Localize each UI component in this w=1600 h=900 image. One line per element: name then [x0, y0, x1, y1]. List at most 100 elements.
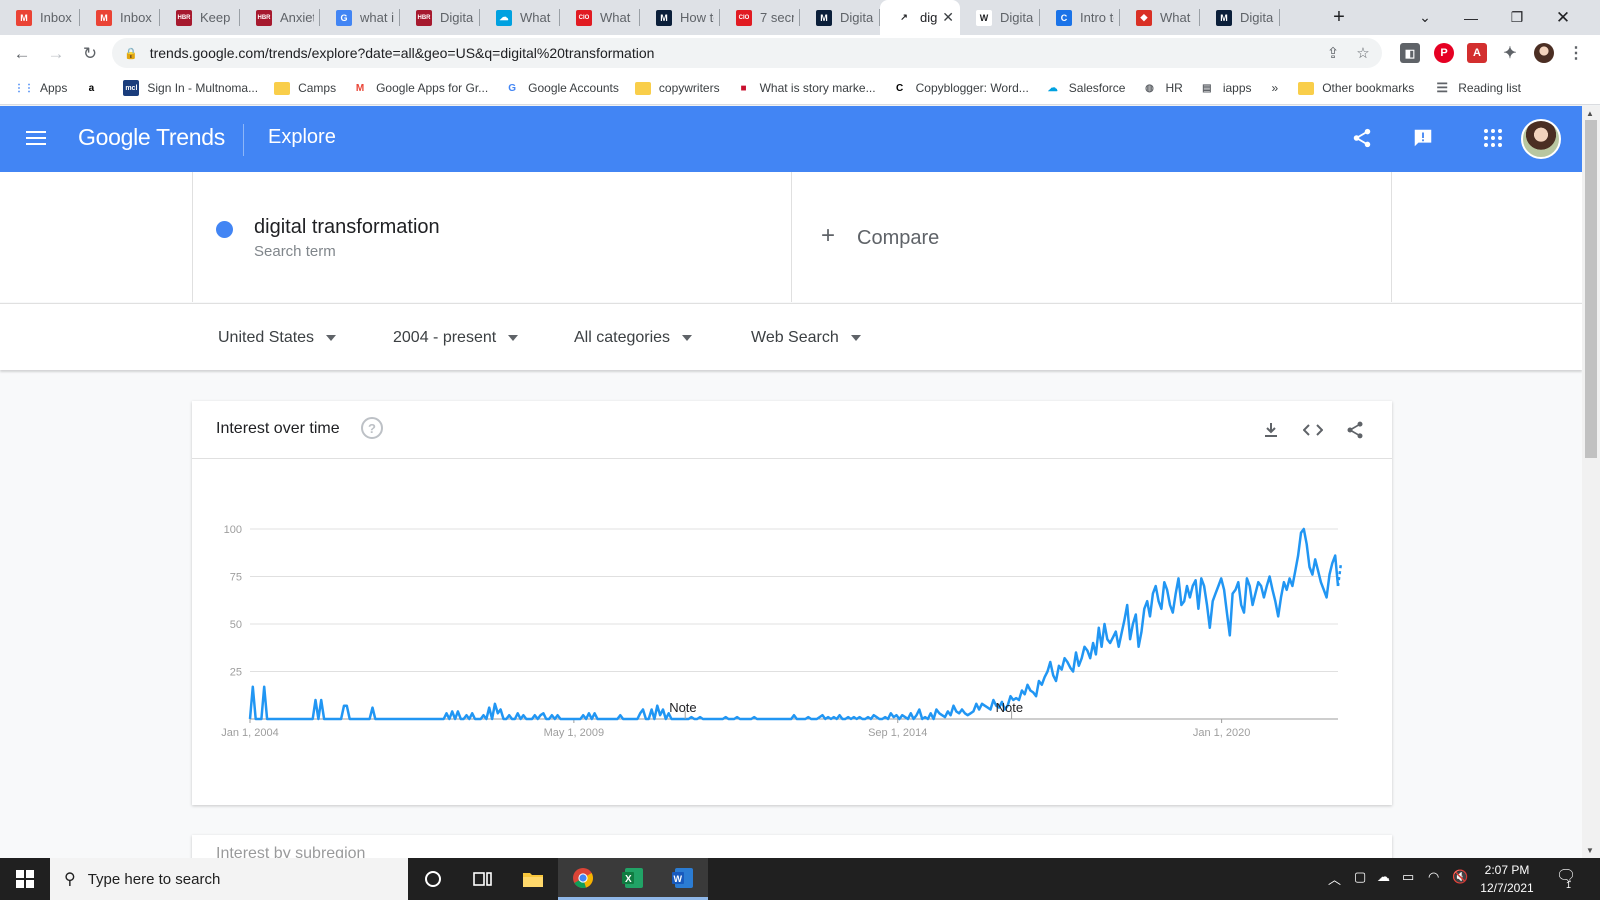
address-bar[interactable]: 🔒 trends.google.com/trends/explore?date=…: [112, 38, 1382, 68]
compare-button[interactable]: Compare: [857, 227, 939, 250]
battery-icon[interactable]: ▭: [1402, 869, 1414, 885]
google-icon: G: [336, 9, 352, 26]
scroll-down-icon[interactable]: ▼: [1586, 846, 1594, 855]
compare-card[interactable]: + Compare: [792, 172, 1392, 302]
new-tab-button[interactable]: +: [1316, 0, 1362, 35]
share-icon[interactable]: [1349, 125, 1375, 151]
browser-tab[interactable]: Gwhat is: [320, 0, 400, 35]
bookmark-item[interactable]: ▤ iapps: [1199, 80, 1251, 96]
task-view-icon[interactable]: [458, 858, 508, 900]
bookmark-item[interactable]: ⋮⋮ Apps: [14, 80, 67, 96]
x-tick-label: Sep 1, 2014: [868, 727, 927, 739]
google-trends-logo[interactable]: Google Trends: [78, 124, 225, 151]
browser-tab[interactable]: ☁ What is: [480, 0, 560, 35]
meet-now-icon[interactable]: ▢: [1354, 869, 1366, 885]
gmail-icon: M: [96, 9, 112, 26]
browser-tab[interactable]: HBR Anxiety: [240, 0, 320, 35]
other-bookmarks-folder[interactable]: Other bookmarks: [1298, 81, 1414, 95]
volume-muted-icon[interactable]: 🔇: [1452, 869, 1468, 885]
bookmark-label: copywriters: [658, 81, 720, 95]
bookmark-item[interactable]: ■ What is story marke...: [736, 80, 876, 96]
interest-line-chart[interactable]: 25 50 75 100 Jan 1, 2004 May 1, 2009 Sep 1, 20…: [192, 459, 1392, 805]
embed-code-icon[interactable]: [1300, 417, 1326, 443]
bookmark-item[interactable]: C Copyblogger: Word...: [892, 80, 1029, 96]
bookmark-label: Salesforce: [1068, 81, 1126, 95]
close-window-button[interactable]: ✕: [1540, 0, 1586, 35]
file-explorer-icon[interactable]: [508, 858, 558, 900]
browser-tab[interactable]: HBR Keep th: [160, 0, 240, 35]
browser-tab[interactable]: HBR Digital: [400, 0, 480, 35]
apps-grid-icon[interactable]: [1480, 125, 1506, 151]
bookmark-item[interactable]: copywriters: [634, 81, 720, 95]
bookmark-label: Camps: [298, 81, 337, 95]
bookmark-star-icon[interactable]: ☆: [1352, 42, 1374, 64]
wifi-icon[interactable]: ◠: [1428, 869, 1439, 885]
x-tick-label: May 1, 2009: [544, 727, 605, 739]
bookmark-item[interactable]: ☁ Salesforce: [1045, 80, 1126, 96]
hamburger-menu-icon[interactable]: [24, 127, 48, 151]
feedback-icon[interactable]: [1410, 125, 1436, 151]
onedrive-cloud-icon[interactable]: ☁: [1377, 869, 1390, 885]
help-icon[interactable]: ?: [361, 417, 383, 439]
account-avatar[interactable]: [1521, 119, 1561, 159]
dropdown-caret-icon: [682, 335, 693, 341]
browser-tab[interactable]: W Digital: [960, 0, 1040, 35]
reading-list-button[interactable]: ☰ Reading list: [1434, 80, 1521, 96]
browser-tab[interactable]: M Inbox -: [80, 0, 160, 35]
excel-taskbar-icon[interactable]: X: [608, 858, 658, 900]
extensions-puzzle-icon[interactable]: ✦: [1500, 43, 1520, 63]
taskbar-search-box[interactable]: ⚲ Type here to search: [50, 858, 408, 900]
bookmark-item[interactable]: Camps: [274, 81, 336, 95]
extension-icon[interactable]: ◧: [1400, 43, 1420, 63]
browser-tab[interactable]: M Inbox -: [0, 0, 80, 35]
share-page-icon[interactable]: ⇪: [1322, 42, 1344, 64]
reload-icon[interactable]: ↻: [74, 38, 106, 70]
bookmark-item[interactable]: G Google Accounts: [504, 80, 619, 96]
pinterest-icon[interactable]: P: [1434, 43, 1454, 63]
windows-start-button[interactable]: [0, 858, 50, 900]
category-dropdown[interactable]: All categories: [574, 329, 693, 347]
x-tick-label: Jan 1, 2020: [1193, 727, 1251, 739]
more-bookmarks-chevron-icon[interactable]: »: [1272, 81, 1279, 95]
close-tab-icon[interactable]: ✕: [942, 9, 954, 26]
page-scrollbar[interactable]: ▲ ▼: [1582, 106, 1600, 858]
cio-icon: CIO: [576, 9, 592, 26]
tray-expand-chevron-icon[interactable]: ︿: [1328, 869, 1341, 888]
bookmark-item[interactable]: a: [83, 80, 107, 96]
restore-button[interactable]: ❐: [1494, 0, 1540, 35]
minimize-button[interactable]: —: [1448, 0, 1494, 35]
scrollbar-thumb[interactable]: [1585, 120, 1597, 458]
chrome-menu-icon[interactable]: ⋮: [1566, 43, 1586, 63]
search-term-type: Search term: [254, 243, 336, 260]
back-arrow-icon[interactable]: ←: [6, 38, 38, 70]
scroll-up-icon[interactable]: ▲: [1586, 109, 1594, 118]
cortana-icon[interactable]: [408, 858, 458, 900]
browser-tab[interactable]: M How to: [640, 0, 720, 35]
search-property-dropdown[interactable]: Web Search: [751, 329, 861, 347]
browser-tab[interactable]: ◆ What t: [1120, 0, 1200, 35]
bookmark-item[interactable]: ◍ HR: [1141, 80, 1183, 96]
taskbar-clock[interactable]: 2:07 PM 12/7/2021: [1474, 861, 1540, 897]
word-taskbar-icon[interactable]: W: [658, 858, 708, 900]
bookmark-item[interactable]: M Google Apps for Gr...: [352, 80, 488, 96]
time-range-dropdown[interactable]: 2004 - present: [393, 329, 519, 347]
tab-search-chevron-icon[interactable]: ⌄: [1402, 0, 1448, 35]
share-chart-icon[interactable]: [1342, 417, 1368, 443]
browser-tab[interactable]: CIO 7 secre: [720, 0, 800, 35]
search-term-text[interactable]: digital transformation: [254, 216, 440, 239]
browser-tab[interactable]: M Digital: [1200, 0, 1280, 35]
profile-avatar[interactable]: [1534, 43, 1554, 63]
bookmark-item[interactable]: mcl Sign In - Multnoma...: [123, 80, 258, 96]
annotation-note[interactable]: Note: [669, 700, 696, 715]
browser-tab[interactable]: C Intro to: [1040, 0, 1120, 35]
pdf-extension-icon[interactable]: A: [1467, 43, 1487, 63]
browser-tab[interactable]: M Digital: [800, 0, 880, 35]
region-dropdown[interactable]: United States: [218, 329, 337, 347]
search-term-card[interactable]: digital transformation Search term: [192, 172, 792, 302]
chrome-taskbar-icon[interactable]: [558, 858, 608, 900]
browser-tab[interactable]: CIO What is: [560, 0, 640, 35]
annotation-note[interactable]: Note: [996, 700, 1023, 715]
download-icon[interactable]: [1258, 417, 1284, 443]
browser-tab[interactable]: ↗ dig ✕: [880, 0, 960, 35]
forward-arrow-icon[interactable]: →: [40, 38, 72, 70]
